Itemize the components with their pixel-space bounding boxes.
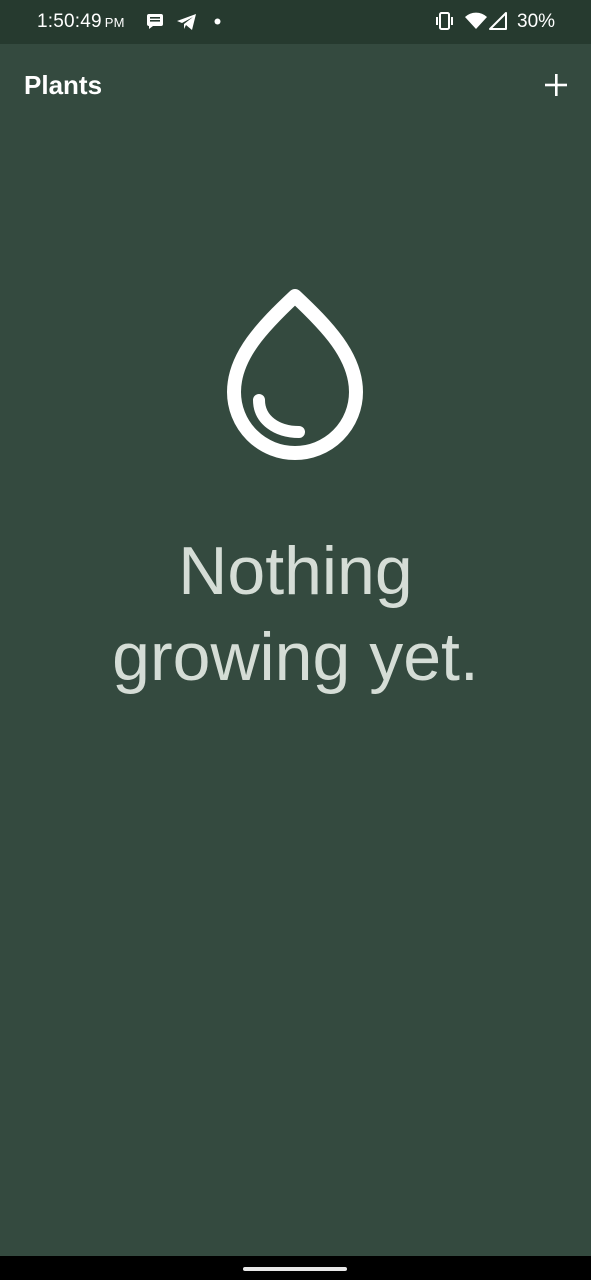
wifi-icon xyxy=(465,12,487,29)
home-gesture-handle[interactable] xyxy=(243,1267,347,1271)
status-bar: 1:50:49 PM 30% xyxy=(0,0,591,44)
plants-screen: 1:50:49 PM 30% Plants Nothing growing ye… xyxy=(0,0,591,1280)
app-bar: Plants xyxy=(0,44,591,126)
navigation-bar xyxy=(0,1256,591,1280)
empty-state-line-1: Nothing xyxy=(178,533,413,609)
signal-icon xyxy=(489,12,507,30)
status-time-value: 1:50:49 xyxy=(37,11,102,32)
vibrate-icon xyxy=(436,12,453,30)
notification-dot-icon xyxy=(214,18,221,25)
plus-icon xyxy=(545,74,567,96)
empty-state-message: Nothing growing yet. xyxy=(0,528,591,700)
message-icon xyxy=(147,14,163,29)
water-drop-icon xyxy=(227,289,363,460)
add-plant-button[interactable] xyxy=(535,64,577,106)
battery-percent: 30% xyxy=(517,11,556,32)
status-time: 1:50:49 PM xyxy=(37,11,125,33)
telegram-icon xyxy=(177,14,196,30)
empty-state-line-2: growing yet. xyxy=(112,619,479,695)
status-time-ampm: PM xyxy=(104,15,125,30)
page-title: Plants xyxy=(24,70,103,100)
